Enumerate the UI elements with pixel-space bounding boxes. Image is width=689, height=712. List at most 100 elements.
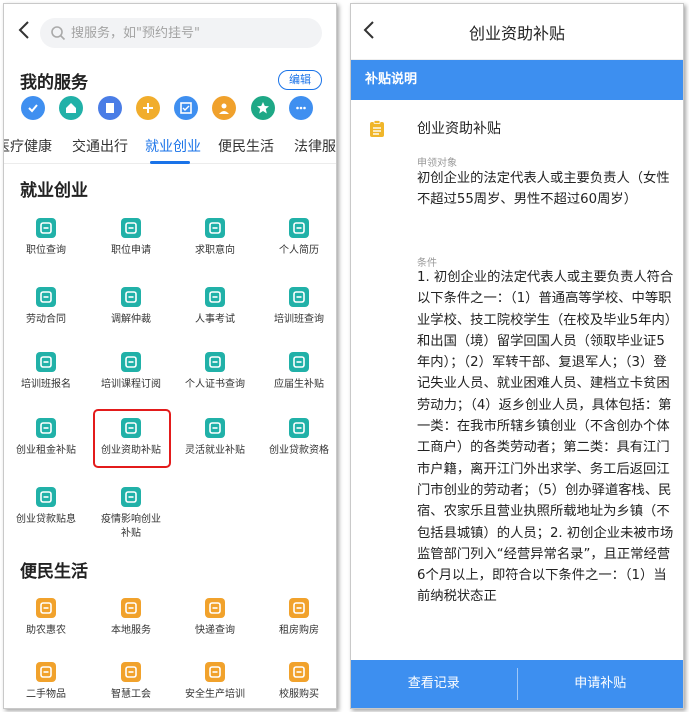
service-tile[interactable]: 本地服务 — [91, 598, 171, 638]
service-label: 培训班报名 — [21, 379, 71, 390]
service-label: 疫情影响创业补贴 — [101, 514, 161, 539]
service-tile[interactable]: 劳动合同 — [6, 287, 86, 327]
service-tile[interactable]: 安全生产培训 — [175, 662, 255, 702]
subsidy-content: 创业资助补贴 申领对象 初创企业的法定代表人或主要负责人（女性不超过55周岁、男… — [351, 100, 683, 662]
service-tile[interactable]: 灵活就业补贴 — [175, 418, 255, 458]
service-label: 个人证书查询 — [185, 379, 245, 390]
more-icon[interactable] — [289, 96, 314, 120]
my-services: 我的服务 编辑 — [4, 58, 336, 126]
tab-2[interactable]: 就业创业 — [145, 136, 201, 156]
section-title-employment: 就业创业 — [20, 181, 88, 201]
highlight-box — [93, 409, 171, 468]
left-header — [4, 4, 336, 58]
person-icon[interactable] — [212, 96, 237, 120]
service-label: 安全生产培训 — [185, 689, 245, 700]
service-label: 培训课程订阅 — [101, 379, 161, 390]
active-tab-indicator — [150, 161, 190, 164]
resume-icon — [289, 218, 309, 238]
badge-icon — [121, 662, 141, 682]
service-label: 求职意向 — [195, 245, 235, 256]
shortcut-icons — [21, 96, 327, 120]
service-tile[interactable]: 校服购买 — [259, 662, 336, 702]
exam-icon — [205, 287, 225, 307]
interest-icon — [36, 487, 56, 507]
service-label: 创业租金补贴 — [16, 445, 76, 456]
checklist-icon[interactable] — [174, 96, 199, 120]
service-tile[interactable]: 快递查询 — [175, 598, 255, 638]
service-tile[interactable]: 应届生补贴 — [259, 352, 336, 392]
service-label: 个人简历 — [279, 245, 319, 256]
epidemic-icon — [121, 487, 141, 507]
service-tile[interactable]: 培训班查询 — [259, 287, 336, 327]
service-label: 人事考试 — [195, 314, 235, 325]
gavel-icon — [121, 287, 141, 307]
service-tile[interactable]: 培训班报名 — [6, 352, 86, 392]
service-tile[interactable]: 租房购房 — [259, 598, 336, 638]
category-tabs: 医疗健康交通出行就业创业便民生活法律服务 — [4, 126, 336, 164]
service-label: 校服购买 — [279, 689, 319, 700]
service-label: 灵活就业补贴 — [185, 445, 245, 456]
back-arrow-icon[interactable] — [14, 18, 36, 42]
clipboard-icon — [370, 120, 384, 137]
section-bar: 补贴说明 — [351, 60, 683, 100]
briefcase-icon — [205, 218, 225, 238]
service-label: 二手物品 — [26, 689, 66, 700]
my-services-title: 我的服务 — [20, 73, 88, 93]
graduate-icon — [289, 352, 309, 372]
service-tile[interactable]: 调解仲裁 — [91, 287, 171, 327]
house-icon — [289, 598, 309, 618]
service-tile[interactable]: 人事考试 — [175, 287, 255, 327]
apply-subsidy-button[interactable]: 申请补贴 — [518, 660, 684, 708]
tab-4[interactable]: 法律服务 — [294, 136, 336, 156]
service-label: 创业贷款贴息 — [16, 514, 76, 525]
flexible-icon — [205, 418, 225, 438]
search-bar[interactable] — [40, 18, 322, 48]
star-icon[interactable] — [250, 96, 275, 120]
service-tile[interactable]: 创业租金补贴 — [6, 418, 86, 458]
service-tile[interactable]: 职位申请 — [91, 218, 171, 258]
truck-icon — [205, 598, 225, 618]
service-label: 应届生补贴 — [274, 379, 324, 390]
service-tile[interactable]: 求职意向 — [175, 218, 255, 258]
service-label: 调解仲裁 — [111, 314, 151, 325]
service-tile[interactable]: 智慧工会 — [91, 662, 171, 702]
service-tile[interactable]: 个人简历 — [259, 218, 336, 258]
service-tile[interactable]: 二手物品 — [6, 662, 86, 702]
action-bar: 查看记录 申请补贴 — [351, 660, 683, 708]
tab-3[interactable]: 便民生活 — [218, 136, 274, 156]
info-icon — [121, 218, 141, 238]
fruit-icon — [36, 598, 56, 618]
service-tile[interactable]: 创业贷款贴息 — [6, 487, 86, 527]
plus-icon[interactable] — [135, 96, 160, 120]
document-icon[interactable] — [97, 96, 122, 120]
edit-button[interactable]: 编辑 — [278, 70, 322, 90]
service-label: 助农惠农 — [26, 625, 66, 636]
content-title: 创业资助补贴 — [417, 121, 501, 137]
service-list-panel: 我的服务 编辑 医疗健康交通出行就业创业便民生活法律服务 就业创业 职位查询职位… — [3, 3, 337, 709]
service-tile[interactable]: 创业贷款资格 — [259, 418, 336, 458]
rent-icon — [36, 418, 56, 438]
course-icon — [121, 352, 141, 372]
tab-1[interactable]: 交通出行 — [72, 136, 128, 156]
service-tile[interactable]: 助农惠农 — [6, 598, 86, 638]
service-label: 创业贷款资格 — [269, 445, 329, 456]
home-icon[interactable] — [59, 96, 84, 120]
service-tile[interactable]: 疫情影响创业补贴 — [91, 487, 171, 541]
handshake-icon — [121, 598, 141, 618]
subsidy-detail-panel: 创业资助补贴 补贴说明 创业资助补贴 申领对象 初创企业的法定代表人或主要负责人… — [350, 3, 684, 709]
contract-icon — [36, 287, 56, 307]
bag-icon — [36, 662, 56, 682]
signup-icon — [36, 352, 56, 372]
search-input[interactable] — [71, 25, 311, 41]
applicant-text: 初创企业的法定代表人或主要负责人（女性不超过55周岁、男性不超过60周岁） — [417, 171, 670, 208]
view-records-button[interactable]: 查看记录 — [351, 660, 517, 708]
tab-0[interactable]: 医疗健康 — [4, 136, 52, 156]
service-tile[interactable]: 职位查询 — [6, 218, 86, 258]
helmet-icon — [205, 662, 225, 682]
service-tile[interactable]: 个人证书查询 — [175, 352, 255, 392]
check-icon[interactable] — [21, 96, 45, 120]
applicant-label: 申领对象 — [417, 158, 457, 169]
conditions-text: 1. 初创企业的法定代表人或主要负责人符合以下条件之一：（1）普通高等学校、中等… — [417, 270, 674, 605]
certificate-icon — [205, 352, 225, 372]
service-tile[interactable]: 培训课程订阅 — [91, 352, 171, 392]
